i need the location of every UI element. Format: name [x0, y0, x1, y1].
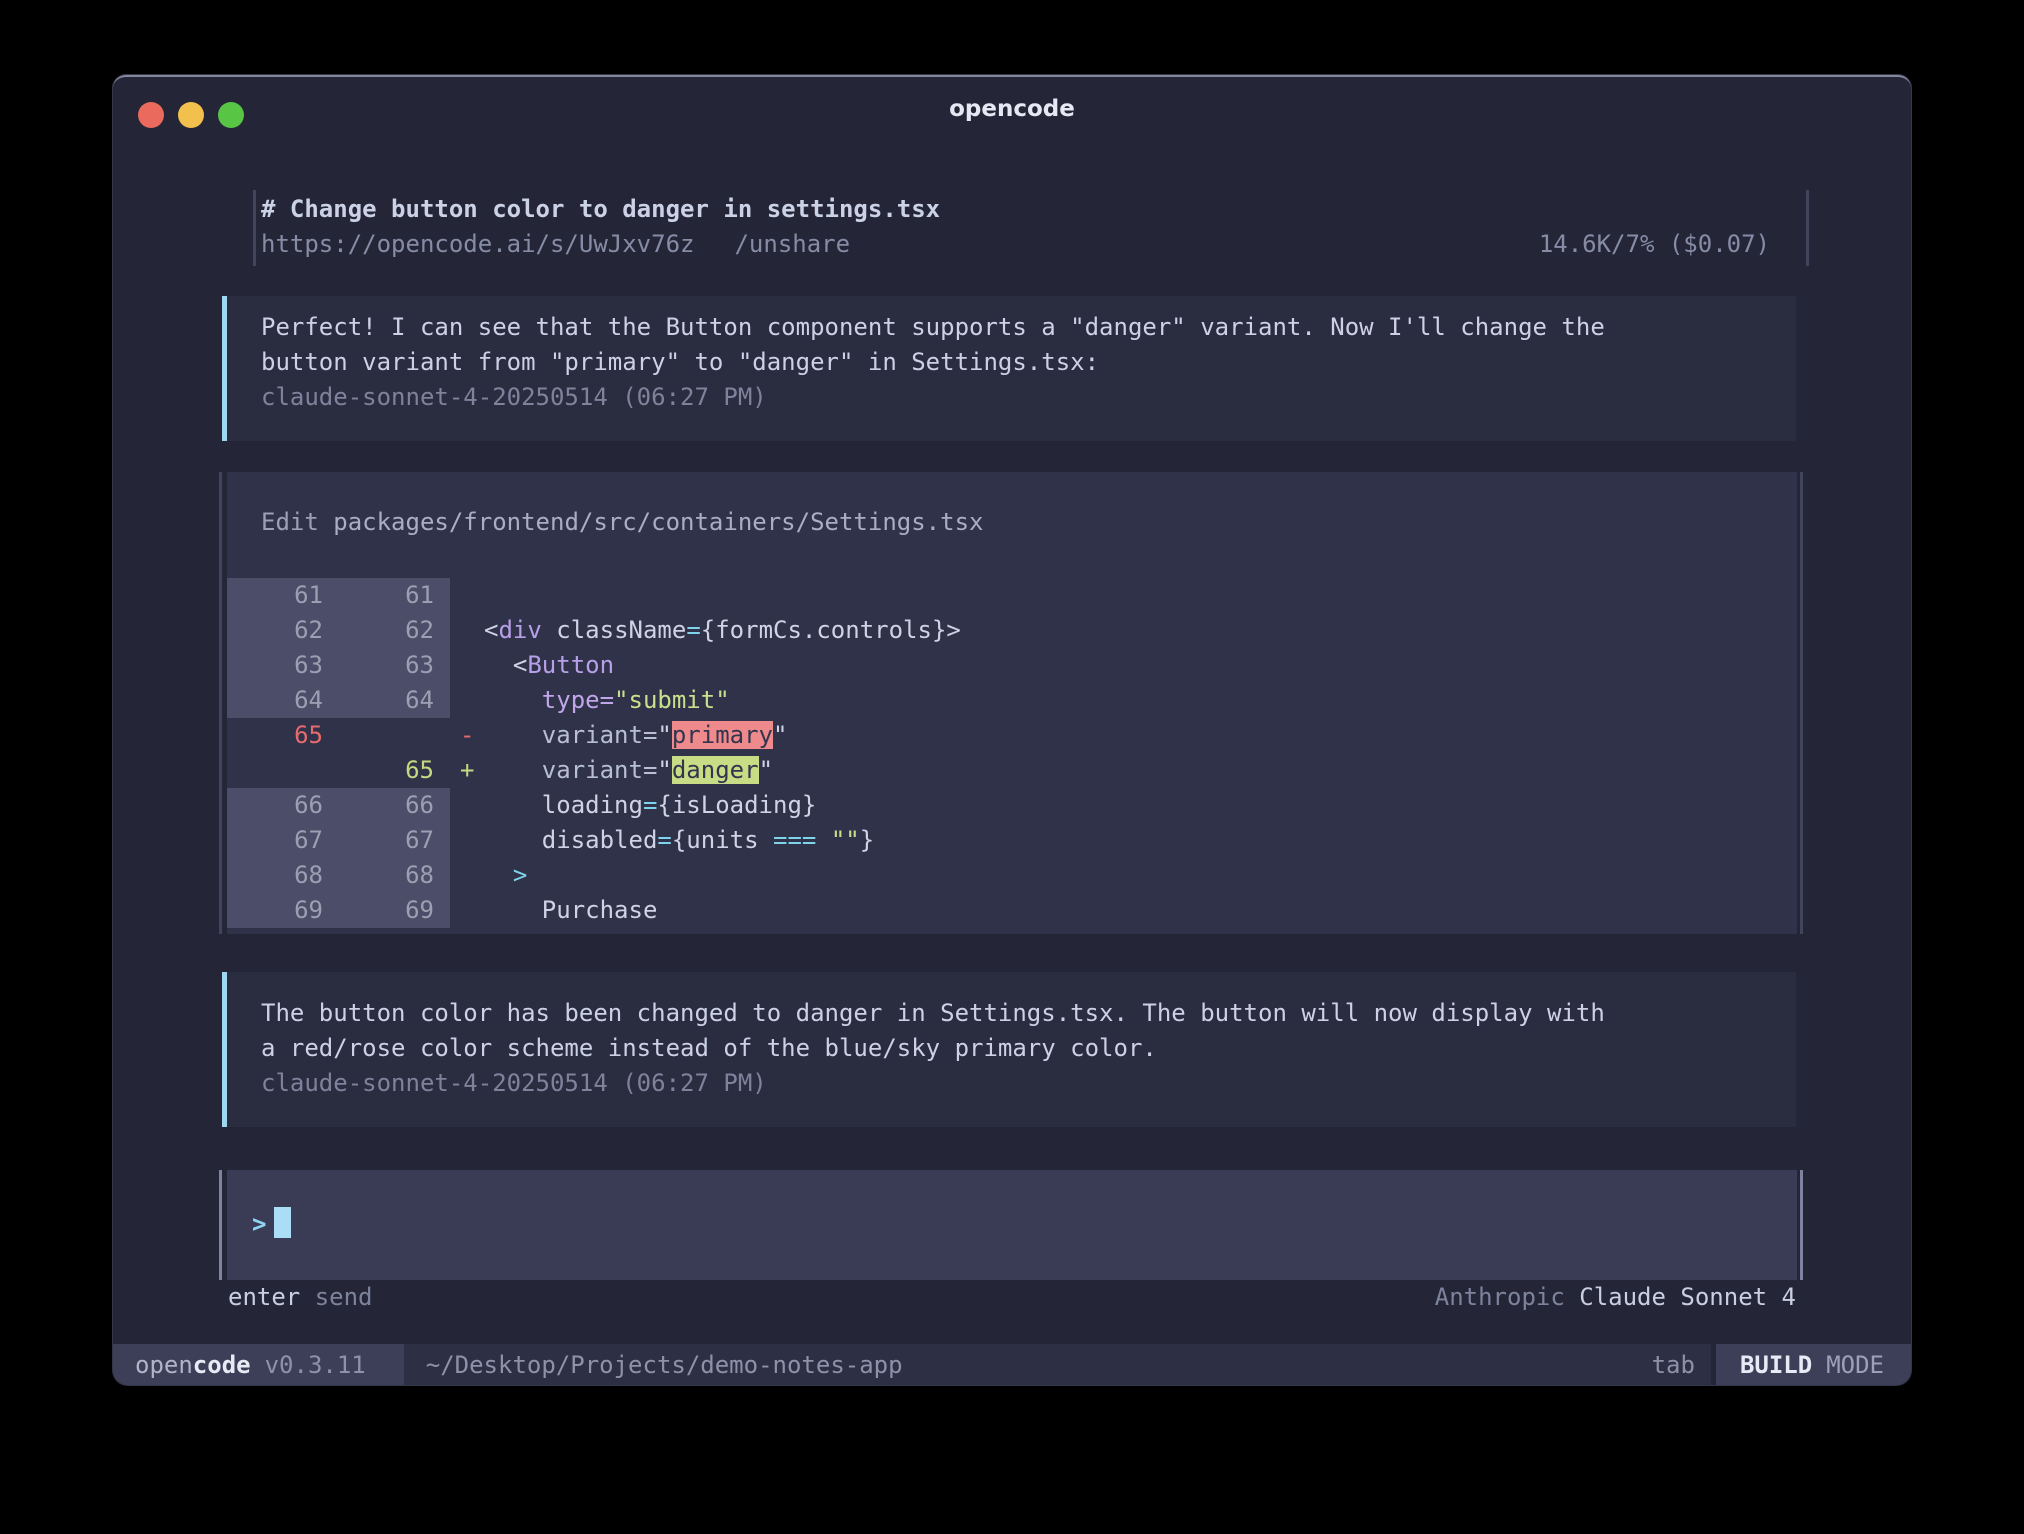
message-line: a red/rose color scheme instead of the b…: [261, 1031, 1796, 1066]
provider-name: Anthropic: [1435, 1283, 1565, 1311]
diff-row: 6969 Purchase: [227, 893, 1797, 928]
mode-name: BUILD: [1740, 1351, 1812, 1379]
prompt-left-rule: [219, 1170, 222, 1280]
edit-verb: Edit: [261, 508, 319, 536]
model-timestamp: claude-sonnet-4-20250514 (06:27 PM): [261, 1066, 1796, 1101]
app-name-open: open: [135, 1351, 193, 1379]
edited-file-path: packages/frontend/src/containers/Setting…: [333, 508, 983, 536]
edit-tool-block: Edit packages/frontend/src/containers/Se…: [227, 472, 1797, 934]
assistant-message: Perfect! I can see that the Button compo…: [222, 296, 1796, 441]
message-line: Perfect! I can see that the Button compo…: [261, 310, 1796, 345]
app-name-code: code: [193, 1351, 251, 1379]
session-header: # Change button color to danger in setti…: [253, 190, 1809, 266]
keybind-key: enter: [228, 1283, 300, 1311]
context-usage-counter: 14.6K/7% ($0.07): [1539, 227, 1770, 262]
share-url-link[interactable]: https://opencode.ai/s/UwJxv76z: [261, 230, 694, 258]
app-version-segment: opencode v0.3.11: [113, 1344, 404, 1385]
diff-row: 6868 >: [227, 858, 1797, 893]
tool-block-right-rule: [1800, 472, 1803, 934]
diff-table: 61616262<div className={formCs.controls}…: [227, 578, 1797, 928]
diff-row: 6262<div className={formCs.controls}>: [227, 613, 1797, 648]
model-name: Claude Sonnet 4: [1579, 1283, 1796, 1311]
hint-row: enter send Anthropic Claude Sonnet 4: [228, 1280, 1796, 1315]
message-line: The button color has been changed to dan…: [261, 996, 1796, 1031]
opencode-terminal-window: opencode # Change button color to danger…: [113, 75, 1911, 1385]
message-line: button variant from "primary" to "danger…: [261, 345, 1796, 380]
diff-row: 6767 disabled={units === ""}: [227, 823, 1797, 858]
mode-badge: BUILD MODE: [1716, 1344, 1911, 1385]
model-info: Anthropic Claude Sonnet 4: [1435, 1280, 1796, 1315]
status-bar: opencode v0.3.11 ~/Desktop/Projects/demo…: [113, 1344, 1911, 1385]
app-version: v0.3.11: [265, 1351, 366, 1379]
tool-block-left-rule: [219, 472, 222, 934]
diff-row: 6161: [227, 578, 1797, 613]
session-title: # Change button color to danger in setti…: [261, 192, 1770, 227]
diff-row: 65+ variant="danger": [227, 753, 1797, 788]
working-directory: ~/Desktop/Projects/demo-notes-app: [426, 1351, 1652, 1379]
window-title: opencode: [113, 96, 1911, 122]
text-cursor: [274, 1207, 291, 1238]
diff-row: 6464 type="submit": [227, 683, 1797, 718]
prompt-input[interactable]: >: [227, 1170, 1797, 1280]
model-timestamp: claude-sonnet-4-20250514 (06:27 PM): [261, 380, 1796, 415]
diff-row: 65- variant="primary": [227, 718, 1797, 753]
mode-label: MODE: [1826, 1351, 1884, 1379]
edit-tool-title: Edit packages/frontend/src/containers/Se…: [227, 505, 1797, 540]
tab-keybind-hint[interactable]: tab: [1652, 1351, 1695, 1379]
keybind-action: send: [315, 1283, 373, 1311]
send-keybind-hint: enter send: [228, 1280, 373, 1315]
titlebar: opencode: [113, 77, 1911, 147]
diff-row: 6363 <Button: [227, 648, 1797, 683]
diff-row: 6666 loading={isLoading}: [227, 788, 1797, 823]
assistant-message: The button color has been changed to dan…: [222, 972, 1796, 1127]
prompt-right-rule: [1800, 1170, 1803, 1280]
unshare-command[interactable]: /unshare: [734, 230, 850, 258]
prompt-symbol: >: [252, 1210, 266, 1238]
